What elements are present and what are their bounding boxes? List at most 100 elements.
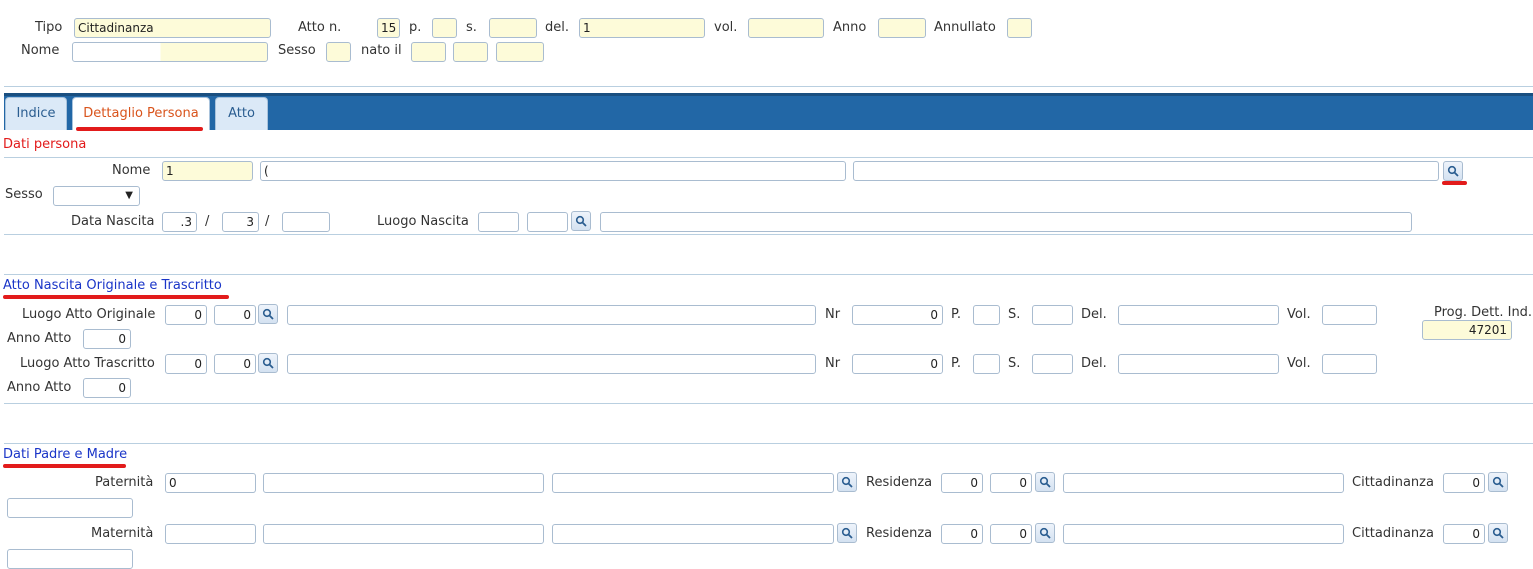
maternita-cittadinanza-code[interactable]: 0	[1443, 524, 1485, 544]
maternita-nome-field[interactable]	[552, 524, 834, 544]
sesso-header-field[interactable]	[326, 42, 351, 62]
orig-nr-field[interactable]: 0	[852, 305, 943, 325]
genitori-divider	[4, 443, 1533, 444]
trasc-del-field[interactable]	[1118, 354, 1279, 374]
date-separator: /	[205, 214, 210, 229]
annotation-underline	[1442, 181, 1467, 185]
prog-dett-ind-field[interactable]: 47201	[1422, 320, 1512, 340]
trasc-s-field[interactable]	[1032, 354, 1073, 374]
paternita-cittadinanza-search-button[interactable]	[1488, 472, 1508, 492]
trasc-nr-field[interactable]: 0	[852, 354, 943, 374]
nato-il-day-field[interactable]	[411, 42, 446, 62]
trasc-search-button[interactable]	[258, 353, 278, 373]
prog-dett-ind-label: Prog. Dett. Ind.	[1434, 305, 1533, 320]
orig-vol-field[interactable]	[1322, 305, 1377, 325]
nato-il-month-field[interactable]	[453, 42, 488, 62]
paternita-nome-field[interactable]	[552, 473, 834, 493]
paternita-residenza-code-1[interactable]: 0	[941, 473, 983, 493]
annotation-underline	[3, 464, 126, 468]
orig-del-field[interactable]	[1118, 305, 1279, 325]
persona-nome-field-1[interactable]: 1	[162, 161, 253, 181]
tab-atto[interactable]: Atto	[215, 97, 268, 130]
annullato-field[interactable]	[1007, 18, 1032, 38]
orig-search-button[interactable]	[258, 304, 278, 324]
header-divider	[4, 86, 1533, 87]
maternita-residenza-code-1[interactable]: 0	[941, 524, 983, 544]
maternita-cognome-field[interactable]	[263, 524, 544, 544]
trasc-p-label: P.	[951, 356, 961, 371]
persona-sesso-select[interactable]: ▼	[53, 186, 140, 206]
tab-dettaglio-persona[interactable]: Dettaglio Persona	[72, 97, 210, 130]
persona-search-button[interactable]	[1443, 161, 1463, 181]
paternita-residenza-code-2[interactable]: 0	[990, 473, 1032, 493]
nato-il-year-field[interactable]	[496, 42, 544, 62]
chevron-down-icon: ▼	[125, 190, 133, 201]
maternita-cittadinanza-search-button[interactable]	[1488, 523, 1508, 543]
maternita-label: Maternità	[91, 526, 154, 541]
trasc-s-label: S.	[1008, 356, 1021, 371]
maternita-search-button[interactable]	[837, 523, 857, 543]
orig-anno-atto-field[interactable]: 0	[83, 329, 131, 349]
tipo-field[interactable]: Cittadinanza	[74, 18, 271, 38]
del-field[interactable]: 1	[579, 18, 705, 38]
persona-nome-field-3[interactable]	[853, 161, 1439, 181]
paternita-cognome-field[interactable]	[263, 473, 544, 493]
nome-header-label: Nome	[21, 43, 60, 58]
luogo-nascita-code-2[interactable]	[527, 212, 568, 232]
data-nascita-label: Data Nascita	[71, 214, 155, 229]
orig-del-label: Del.	[1081, 307, 1107, 322]
orig-nr-label: Nr	[825, 307, 841, 322]
paternita-residenza-search-button[interactable]	[1035, 472, 1055, 492]
maternita-residenza-desc[interactable]	[1063, 524, 1344, 544]
sesso-header-label: Sesso	[278, 43, 316, 58]
trasc-code-2[interactable]: 0	[214, 354, 256, 374]
trasc-p-field[interactable]	[973, 354, 1000, 374]
persona-nome-field-2[interactable]: (	[260, 161, 846, 181]
maternita-residenza-code-2[interactable]: 0	[990, 524, 1032, 544]
paternita-cittadinanza-code[interactable]: 0	[1443, 473, 1485, 493]
maternita-residenza-search-button[interactable]	[1035, 523, 1055, 543]
anno-label: Anno	[833, 20, 867, 35]
s-label: s.	[466, 20, 477, 35]
data-nascita-month-field[interactable]: 3	[222, 212, 259, 232]
luogo-nascita-desc-field[interactable]	[600, 212, 1412, 232]
anno-field[interactable]	[878, 18, 926, 38]
maternita-cittadinanza-desc[interactable]	[7, 549, 133, 569]
luogo-nascita-search-button[interactable]	[571, 211, 591, 231]
s-field[interactable]	[489, 18, 537, 38]
tab-indice[interactable]: Indice	[5, 97, 67, 130]
paternita-residenza-desc[interactable]	[1063, 473, 1344, 493]
orig-code-2[interactable]: 0	[214, 305, 256, 325]
date-separator: /	[265, 214, 270, 229]
data-nascita-day-field[interactable]: .3	[162, 212, 197, 232]
paternita-search-button[interactable]	[837, 472, 857, 492]
nome-header-field[interactable]	[72, 42, 268, 62]
atto-n-label: Atto n.	[298, 20, 342, 35]
trasc-code-1[interactable]: 0	[165, 354, 207, 374]
orig-s-field[interactable]	[1032, 305, 1073, 325]
p-field[interactable]	[432, 18, 457, 38]
orig-code-1[interactable]: 0	[165, 305, 207, 325]
annullato-label: Annullato	[934, 20, 996, 35]
maternita-code-field[interactable]	[165, 524, 256, 544]
orig-p-field[interactable]	[973, 305, 1000, 325]
trasc-nr-label: Nr	[825, 356, 841, 371]
maternita-residenza-label: Residenza	[866, 526, 933, 541]
orig-p-label: P.	[951, 307, 961, 322]
trasc-del-label: Del.	[1081, 356, 1107, 371]
paternita-cittadinanza-desc[interactable]	[7, 498, 133, 518]
persona-bottom-divider	[4, 234, 1533, 235]
trasc-desc-field[interactable]	[287, 354, 816, 374]
vol-field[interactable]	[748, 18, 824, 38]
atto-n-field[interactable]: 15	[377, 18, 400, 38]
paternita-code-field[interactable]: 0	[165, 473, 256, 493]
tipo-label: Tipo	[35, 20, 63, 35]
vol-label: vol.	[714, 20, 738, 35]
orig-desc-field[interactable]	[287, 305, 816, 325]
orig-s-label: S.	[1008, 307, 1021, 322]
p-label: p.	[409, 20, 422, 35]
data-nascita-year-field[interactable]	[282, 212, 330, 232]
trasc-vol-field[interactable]	[1322, 354, 1377, 374]
trasc-anno-atto-field[interactable]: 0	[83, 378, 131, 398]
luogo-nascita-code-1[interactable]	[478, 212, 519, 232]
